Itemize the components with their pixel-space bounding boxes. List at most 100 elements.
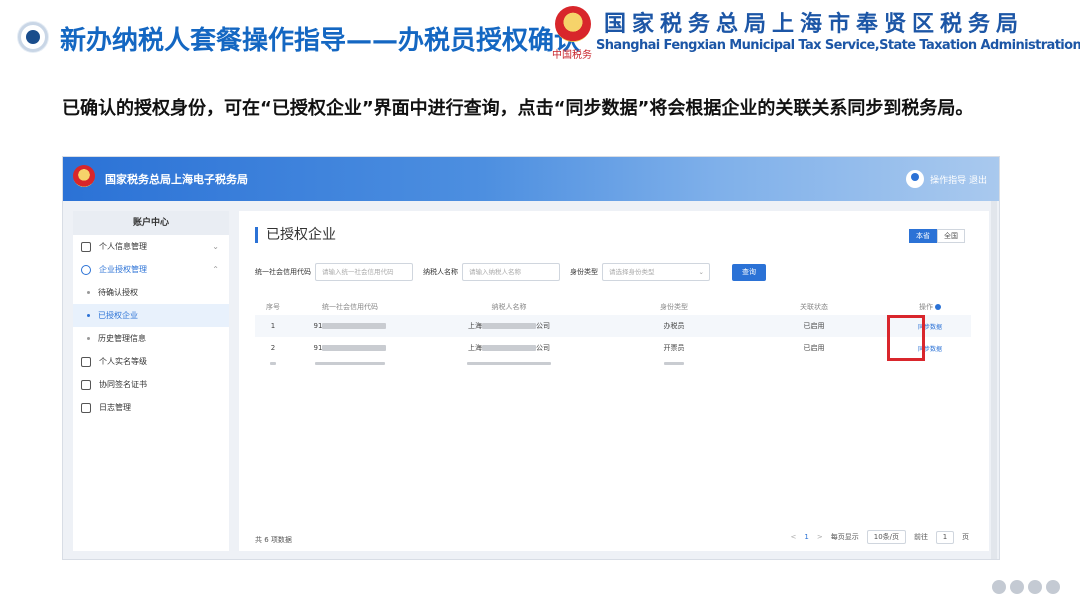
sidebar-header: 账户中心 [73,211,229,235]
prev-page-button[interactable]: < [791,533,797,541]
table-row-clipped [255,359,971,365]
sidebar-item-logs[interactable]: 日志管理 [73,396,229,419]
page-size-select[interactable]: 10条/页 [866,530,906,544]
scope-national-button[interactable]: 全国 [937,229,965,243]
row-taxpayer-name-suffix: 公司 [536,344,550,352]
filter-bar: 统一社会信用代码 请输入统一社会信用代码 纳税人名称 请输入纳税人名称 身份类型… [255,263,766,281]
sidebar-item-label: 企业授权管理 [99,265,147,274]
slide-bullet-icon [18,22,48,52]
redaction-mask [664,361,684,365]
row-credit-code-text: 91 [313,322,323,330]
help-icon[interactable] [935,304,941,310]
clipped-cell [255,359,291,365]
certificate-icon [81,379,91,390]
shield-check-icon [81,264,91,275]
user-menu-text[interactable]: 操作指导 退出 [930,173,987,186]
decoration-dot-icon [1046,580,1060,594]
row-taxpayer-name-prefix: 上海 [468,344,482,352]
row-credit-code-text: 91 [313,344,323,352]
id-card-icon [81,241,91,252]
taxpayer-name-input[interactable]: 请输入纳税人名称 [462,263,560,281]
next-page-button[interactable]: > [817,533,823,541]
sidebar-subitem-history[interactable]: 历史管理信息 [73,327,229,350]
user-menu[interactable]: 操作指导 退出 [906,170,987,188]
decoration-dot-icon [992,580,1006,594]
table-row: 1 91 上海 公司 办税员 已启用 同步数据 [255,315,971,337]
identity-type-select[interactable]: 请选择身份类型 ⌄ [602,263,710,281]
sync-data-highlight-box [887,315,925,361]
clipped-cell [609,359,739,365]
identity-type-placeholder: 请选择身份类型 [609,268,655,276]
sidebar: 账户中心 个人信息管理 ⌄ 企业授权管理 ⌃ 待确认授权 已授权企业 历史管理信… [73,211,229,551]
clipped-cell [291,359,409,365]
row-taxpayer-name-suffix: 公司 [536,322,550,330]
redaction-mask [482,323,536,329]
user-avatar-icon[interactable] [906,170,925,188]
page-number[interactable]: 1 [804,533,808,541]
row-taxpayer-name-prefix: 上海 [468,322,482,330]
table-header-cell: 序号 [266,303,280,311]
sidebar-item-enterprise-auth[interactable]: 企业授权管理 ⌃ [73,258,229,281]
app-title: 国家税务总局上海电子税务局 [105,173,248,186]
row-identity: 办税员 [663,322,685,330]
sidebar-item-label: 个人实名等级 [99,357,147,366]
tax-logo-icon [73,165,95,187]
log-icon [81,402,91,413]
bullet-dot-icon [87,314,90,317]
page-title: 已授权企业 [255,227,336,243]
goto-label: 前往 [914,533,928,541]
table-row: 2 91 上海 公司 开票员 已启用 同步数据 [255,337,971,359]
sidebar-item-certificate[interactable]: 协同签名证书 [73,373,229,396]
slide-title: 新办纳税人套餐操作指导——办税员授权确认 [60,26,581,56]
credit-code-input[interactable]: 请输入统一社会信用代码 [315,263,413,281]
scope-toggle: 本省 全国 [909,229,965,243]
row-identity: 开票员 [663,344,685,352]
table-header-row: 序号 统一社会信用代码 纳税人名称 身份类型 关联状态 操作 [255,299,971,315]
authorized-enterprise-table: 序号 统一社会信用代码 纳税人名称 身份类型 关联状态 操作 1 91 上海 公司… [255,299,971,365]
sidebar-item-label: 已授权企业 [98,311,138,320]
sidebar-item-label: 日志管理 [99,403,131,412]
taxpayer-name-label: 纳税人名称 [423,268,458,276]
emblem-caption: 中国税务 [552,50,592,61]
row-status: 已启用 [803,344,825,352]
identity-type-label: 身份类型 [570,268,598,276]
sidebar-item-label: 历史管理信息 [98,334,146,343]
main-panel: 已授权企业 本省 全国 统一社会信用代码 请输入统一社会信用代码 纳税人名称 请… [239,211,989,551]
total-count: 共 6 项数据 [255,536,292,544]
slide-description: 已确认的授权身份，可在“已授权企业”界面中进行查询，点击“同步数据”将会根据企业… [62,98,974,119]
chevron-up-icon: ⌃ [212,265,219,274]
sidebar-subitem-authorized-enterprises[interactable]: 已授权企业 [73,304,229,327]
redaction-mask [270,361,276,365]
page-scrollbar[interactable] [991,201,997,559]
table-header-cell: 操作 [919,303,933,311]
org-name-en: Shanghai Fengxian Municipal Tax Service,… [596,38,1080,53]
scope-province-button[interactable]: 本省 [909,229,937,243]
sidebar-item-realname-level[interactable]: 个人实名等级 [73,350,229,373]
bullet-dot-icon [87,291,90,294]
pagination: < 1 > 每页显示 10条/页 前往 1 页 [791,530,969,544]
sidebar-item-label: 个人信息管理 [99,242,147,251]
sidebar-item-label: 协同签名证书 [99,380,147,389]
credit-code-label: 统一社会信用代码 [255,268,311,276]
row-credit-code: 91 [291,344,409,352]
sidebar-item-label: 待确认授权 [98,288,138,297]
chevron-down-icon: ⌄ [698,268,704,276]
redaction-mask [315,361,385,365]
slide-header: 新办纳税人套餐操作指导——办税员授权确认 中国税务 国家税务总局上海市奉贤区税务… [0,0,1080,72]
table-header-cell: 纳税人名称 [491,303,527,311]
table-header-cell: 身份类型 [660,303,688,311]
sidebar-item-personal-info[interactable]: 个人信息管理 ⌄ [73,235,229,258]
decoration-dot-icon [1028,580,1042,594]
goto-page-input[interactable]: 1 [936,530,954,544]
slide-decoration-dots [992,580,1060,594]
sidebar-subitem-pending-auth[interactable]: 待确认授权 [73,281,229,304]
query-button[interactable]: 查询 [732,263,766,281]
table-header-cell: 统一社会信用代码 [322,303,378,311]
clipped-cell [409,359,609,365]
org-name-cn: 国家税务总局上海市奉贤区税务局 [604,12,1025,37]
table-header-cell: 关联状态 [800,303,828,311]
decoration-dot-icon [1010,580,1024,594]
row-status: 已启用 [803,322,825,330]
redaction-mask [482,345,536,351]
portal-screenshot: 国家税务总局上海电子税务局 操作指导 退出 账户中心 个人信息管理 ⌄ 企业授权… [62,156,1000,560]
